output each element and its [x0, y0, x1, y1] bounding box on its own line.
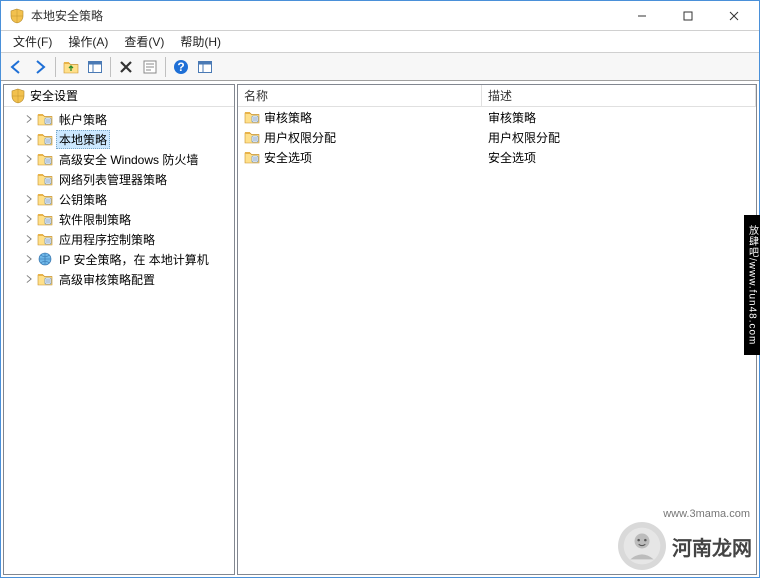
- list-cell-name-text: 安全选项: [264, 149, 312, 166]
- tree-item[interactable]: 帐户策略: [4, 109, 234, 129]
- list-item[interactable]: 用户权限分配 用户权限分配: [238, 127, 756, 147]
- column-desc[interactable]: 描述: [482, 85, 756, 106]
- separator: [110, 57, 111, 77]
- list-cell-name: 用户权限分配: [238, 129, 482, 146]
- tree-item[interactable]: IP 安全策略，在 本地计算机: [4, 249, 234, 269]
- column-name[interactable]: 名称: [238, 85, 482, 106]
- watermark-text: 河南龙网: [672, 532, 752, 561]
- tree-item[interactable]: 软件限制策略: [4, 209, 234, 229]
- list-cell-name: 审核策略: [238, 109, 482, 126]
- tree-item-label: 高级安全 Windows 防火墙: [56, 150, 201, 169]
- window-buttons: [619, 1, 757, 30]
- folder-icon: [37, 191, 53, 207]
- folder-icon: [37, 151, 53, 167]
- tree-item-label: 软件限制策略: [56, 210, 134, 229]
- maximize-button[interactable]: [665, 1, 711, 30]
- close-button[interactable]: [711, 1, 757, 30]
- expander-icon[interactable]: [22, 152, 36, 166]
- watermark-bottom: 河南龙网: [618, 522, 752, 570]
- globe-icon: [37, 251, 53, 267]
- separator: [165, 57, 166, 77]
- tree-item[interactable]: 高级安全 Windows 防火墙: [4, 149, 234, 169]
- panes-button[interactable]: [84, 56, 106, 78]
- menu-action[interactable]: 操作(A): [60, 31, 116, 52]
- list-cell-desc: 安全选项: [482, 149, 756, 166]
- shield-icon: [10, 88, 26, 104]
- tree-root-label: 安全设置: [30, 87, 78, 104]
- tree-item-label: 应用程序控制策略: [56, 230, 158, 249]
- menu-help[interactable]: 帮助(H): [172, 31, 229, 52]
- list-cell-desc: 审核策略: [482, 109, 756, 126]
- list-header: 名称 描述: [238, 85, 756, 107]
- list-item[interactable]: 审核策略 审核策略: [238, 107, 756, 127]
- folder-icon: [244, 149, 260, 165]
- expander-icon[interactable]: [22, 112, 36, 126]
- expander-icon[interactable]: [22, 252, 36, 266]
- tree-header[interactable]: 安全设置: [4, 85, 234, 107]
- tree-item-label: 帐户策略: [56, 110, 110, 129]
- forward-button[interactable]: [29, 56, 51, 78]
- tree-item[interactable]: 应用程序控制策略: [4, 229, 234, 249]
- list-cell-name-text: 用户权限分配: [264, 129, 336, 146]
- tree-item-label: 公钥策略: [56, 190, 110, 209]
- watermark-url: www.3mama.com: [663, 508, 750, 520]
- expander-icon[interactable]: [22, 232, 36, 246]
- help-button[interactable]: [170, 56, 192, 78]
- watermark-right: 放肆吧/www.fun48.com: [744, 215, 760, 355]
- tree-item-label: 网络列表管理器策略: [56, 170, 170, 189]
- expander-icon[interactable]: [22, 192, 36, 206]
- folder-icon: [37, 171, 53, 187]
- menu-view[interactable]: 查看(V): [116, 31, 172, 52]
- expander-icon: [22, 172, 36, 186]
- list-cell-desc: 用户权限分配: [482, 129, 756, 146]
- window-title: 本地安全策略: [31, 7, 619, 24]
- expander-icon[interactable]: [22, 132, 36, 146]
- menubar: 文件(F) 操作(A) 查看(V) 帮助(H): [1, 31, 759, 53]
- expander-icon[interactable]: [22, 212, 36, 226]
- delete-button[interactable]: [115, 56, 137, 78]
- list-panel: 名称 描述 审核策略审核策略用户权限分配用户权限分配安全选项安全选项: [237, 84, 757, 575]
- tree-item-label: IP 安全策略，在 本地计算机: [56, 250, 212, 269]
- export-button[interactable]: [194, 56, 216, 78]
- tree-item-label: 本地策略: [56, 130, 110, 149]
- minimize-button[interactable]: [619, 1, 665, 30]
- tree-item[interactable]: 公钥策略: [4, 189, 234, 209]
- back-button[interactable]: [5, 56, 27, 78]
- properties-button[interactable]: [139, 56, 161, 78]
- folder-icon: [244, 129, 260, 145]
- content-area: 安全设置 帐户策略本地策略高级安全 Windows 防火墙网络列表管理器策略公钥…: [1, 81, 759, 577]
- tree-item[interactable]: 本地策略: [4, 129, 234, 149]
- tree-panel: 安全设置 帐户策略本地策略高级安全 Windows 防火墙网络列表管理器策略公钥…: [3, 84, 235, 575]
- folder-icon: [37, 271, 53, 287]
- up-button[interactable]: [60, 56, 82, 78]
- expander-icon[interactable]: [22, 272, 36, 286]
- list-cell-name: 安全选项: [238, 149, 482, 166]
- folder-icon: [37, 131, 53, 147]
- toolbar: [1, 53, 759, 81]
- folder-icon: [37, 211, 53, 227]
- separator: [55, 57, 56, 77]
- folder-icon: [37, 111, 53, 127]
- menu-file[interactable]: 文件(F): [5, 31, 60, 52]
- tree-item-label: 高级审核策略配置: [56, 270, 158, 289]
- watermark-logo-icon: [618, 522, 666, 570]
- list-cell-name-text: 审核策略: [264, 109, 312, 126]
- titlebar: 本地安全策略: [1, 1, 759, 31]
- main-window: 本地安全策略 文件(F) 操作(A) 查看(V) 帮助(H) 安全: [0, 0, 760, 578]
- folder-icon: [244, 109, 260, 125]
- list-item[interactable]: 安全选项 安全选项: [238, 147, 756, 167]
- folder-icon: [37, 231, 53, 247]
- list-body[interactable]: 审核策略审核策略用户权限分配用户权限分配安全选项安全选项: [238, 107, 756, 574]
- tree-item[interactable]: 高级审核策略配置: [4, 269, 234, 289]
- app-icon: [9, 8, 25, 24]
- tree-item[interactable]: 网络列表管理器策略: [4, 169, 234, 189]
- tree-body[interactable]: 帐户策略本地策略高级安全 Windows 防火墙网络列表管理器策略公钥策略软件限…: [4, 107, 234, 574]
